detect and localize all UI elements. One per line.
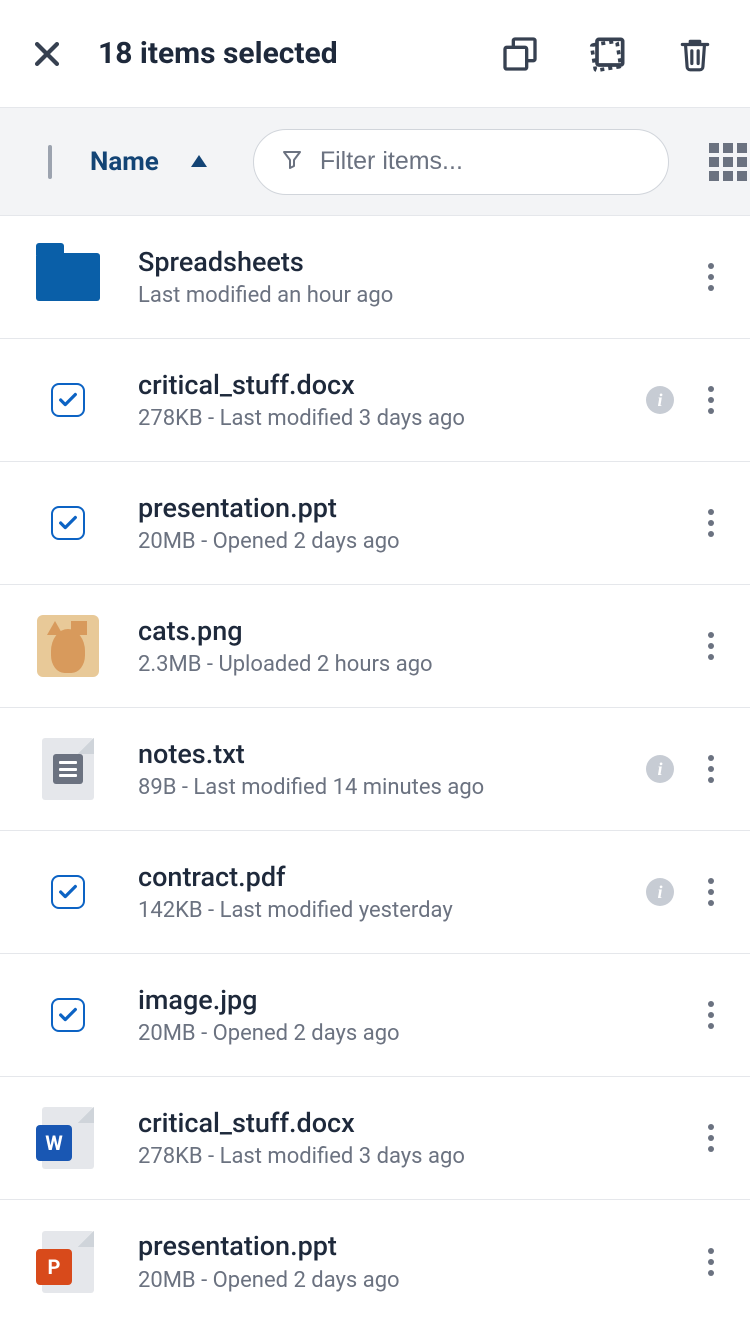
item-actions — [702, 626, 720, 666]
selection-header: 18 items selected — [0, 0, 750, 108]
item-actions — [702, 1118, 720, 1158]
item-actions: i — [646, 380, 720, 420]
item-checkbox-checked[interactable] — [36, 860, 100, 924]
sort-column-label[interactable]: Name — [90, 147, 159, 177]
image-thumbnail — [36, 614, 100, 678]
item-name: presentation.ppt — [138, 492, 682, 526]
select-all-checkbox[interactable] — [48, 145, 52, 179]
powerpoint-file-icon: P — [36, 1230, 100, 1294]
list-item[interactable]: contract.pdf 142KB - Last modified yeste… — [0, 831, 750, 954]
item-meta: notes.txt 89B - Last modified 14 minutes… — [138, 738, 626, 801]
list-item[interactable]: P presentation.ppt 20MB - Opened 2 days … — [0, 1200, 750, 1323]
item-meta: image.jpg 20MB - Opened 2 days ago — [138, 984, 682, 1047]
more-options-icon[interactable] — [702, 995, 720, 1035]
item-meta: cats.png 2.3MB - Uploaded 2 hours ago — [138, 615, 682, 678]
item-sub: 278KB - Last modified 3 days ago — [138, 1144, 682, 1169]
item-sub: 2.3MB - Uploaded 2 hours ago — [138, 652, 682, 677]
list-item[interactable]: critical_stuff.docx 278KB - Last modifie… — [0, 339, 750, 462]
item-actions — [702, 995, 720, 1035]
item-actions — [702, 257, 720, 297]
item-sub: 89B - Last modified 14 minutes ago — [138, 775, 626, 800]
rotate-icon[interactable] — [586, 32, 630, 76]
close-icon[interactable] — [30, 37, 64, 71]
item-sub: 20MB - Opened 2 days ago — [138, 1268, 682, 1293]
item-sub: 278KB - Last modified 3 days ago — [138, 406, 626, 431]
item-actions — [702, 503, 720, 543]
more-options-icon[interactable] — [702, 1242, 720, 1282]
item-name: cats.png — [138, 615, 682, 649]
item-name: image.jpg — [138, 984, 682, 1018]
item-meta: contract.pdf 142KB - Last modified yeste… — [138, 861, 626, 924]
item-sub: 20MB - Opened 2 days ago — [138, 1021, 682, 1046]
item-meta: presentation.ppt 20MB - Opened 2 days ag… — [138, 1230, 682, 1293]
item-actions: i — [646, 872, 720, 912]
filter-box[interactable] — [253, 129, 669, 195]
more-options-icon[interactable] — [702, 257, 720, 297]
word-file-icon: W — [36, 1106, 100, 1170]
item-sub: 142KB - Last modified yesterday — [138, 898, 626, 923]
item-checkbox-checked[interactable] — [36, 983, 100, 1047]
item-name: contract.pdf — [138, 861, 626, 895]
item-name: notes.txt — [138, 738, 626, 772]
more-options-icon[interactable] — [702, 380, 720, 420]
more-options-icon[interactable] — [702, 872, 720, 912]
item-name: critical_stuff.docx — [138, 369, 626, 403]
header-actions — [500, 32, 714, 76]
item-sub: 20MB - Opened 2 days ago — [138, 529, 682, 554]
item-checkbox-checked[interactable] — [36, 368, 100, 432]
item-meta: critical_stuff.docx 278KB - Last modifie… — [138, 1107, 682, 1170]
item-name: Spreadsheets — [138, 246, 682, 280]
text-file-icon — [36, 737, 100, 801]
item-name: presentation.ppt — [138, 1230, 682, 1264]
more-options-icon[interactable] — [702, 1118, 720, 1158]
item-meta: Spreadsheets Last modified an hour ago — [138, 246, 682, 309]
filter-input[interactable] — [320, 147, 642, 176]
info-icon[interactable]: i — [646, 755, 674, 783]
info-icon[interactable]: i — [646, 386, 674, 414]
item-name: critical_stuff.docx — [138, 1107, 682, 1141]
folder-icon — [36, 245, 100, 309]
more-options-icon[interactable] — [702, 749, 720, 789]
item-actions — [702, 1242, 720, 1282]
filter-icon — [280, 148, 304, 176]
more-options-icon[interactable] — [702, 626, 720, 666]
item-sub: Last modified an hour ago — [138, 283, 682, 308]
list-toolbar: Name — [0, 108, 750, 216]
sort-ascending-icon[interactable] — [191, 152, 207, 171]
copy-icon[interactable] — [500, 34, 540, 74]
more-options-icon[interactable] — [702, 503, 720, 543]
item-actions: i — [646, 749, 720, 789]
item-meta: critical_stuff.docx 278KB - Last modifie… — [138, 369, 626, 432]
list-item[interactable]: Spreadsheets Last modified an hour ago — [0, 216, 750, 339]
list-item[interactable]: image.jpg 20MB - Opened 2 days ago — [0, 954, 750, 1077]
grid-view-toggle-icon[interactable] — [709, 143, 747, 181]
list-item[interactable]: notes.txt 89B - Last modified 14 minutes… — [0, 708, 750, 831]
list-item[interactable]: cats.png 2.3MB - Uploaded 2 hours ago — [0, 585, 750, 708]
list-item[interactable]: presentation.ppt 20MB - Opened 2 days ag… — [0, 462, 750, 585]
file-list: Spreadsheets Last modified an hour ago c… — [0, 216, 750, 1323]
item-meta: presentation.ppt 20MB - Opened 2 days ag… — [138, 492, 682, 555]
list-item[interactable]: W critical_stuff.docx 278KB - Last modif… — [0, 1077, 750, 1200]
item-checkbox-checked[interactable] — [36, 491, 100, 555]
selection-count-title: 18 items selected — [98, 36, 484, 71]
info-icon[interactable]: i — [646, 878, 674, 906]
delete-icon[interactable] — [676, 34, 714, 74]
